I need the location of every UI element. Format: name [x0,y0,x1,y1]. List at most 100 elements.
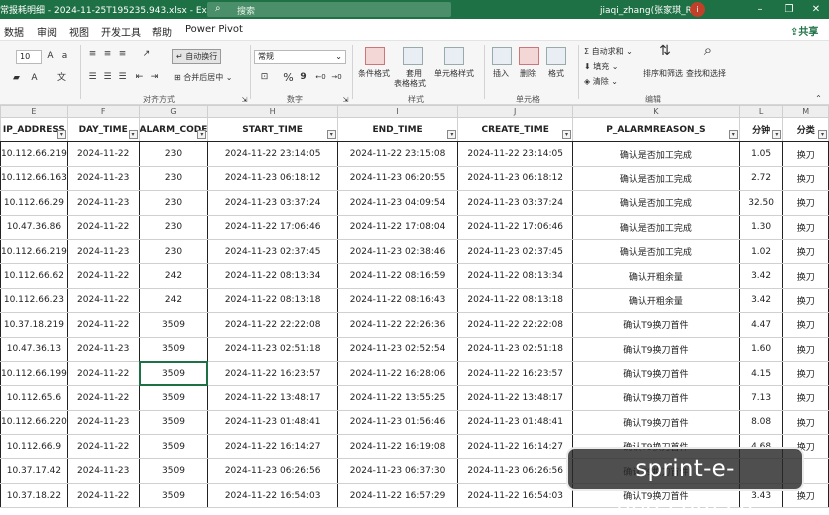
table-cell[interactable]: 2024-11-22 [66,312,140,338]
cell-style-icon[interactable] [444,47,464,65]
table-cell[interactable]: 2024-11-22 [66,287,140,314]
table-cell[interactable]: 2024-11-22 23:14:05 [457,141,574,167]
column-letter[interactable]: I [336,105,459,118]
table-cell[interactable]: 2024-11-23 06:20:55 [336,165,459,192]
table-cell[interactable]: 3509 [138,434,209,460]
autosum-button[interactable]: Σ 自动求和 ⌄ [584,46,633,57]
align-middle-icon[interactable]: ≡ [101,48,114,61]
decrease-decimal-icon[interactable]: →0 [330,71,343,84]
conditional-format-label[interactable]: 条件格式 [358,68,390,79]
table-cell[interactable]: 换刀 [782,336,829,362]
table-cell[interactable]: 1.02 [738,238,784,265]
table-cell[interactable]: 10.112.66.29 [0,190,68,216]
currency-icon[interactable]: ⊡ [258,71,271,84]
table-cell[interactable]: 换刀 [782,287,829,314]
table-cell[interactable]: 2024-11-22 23:15:08 [336,141,459,167]
table-cell[interactable]: 2024-11-23 03:37:24 [207,190,338,216]
table-cell[interactable]: 确认是否加工完成 [572,238,740,265]
column-header[interactable]: 分类 ▾ [782,116,829,143]
table-cell[interactable]: 2024-11-22 08:13:34 [207,263,338,289]
table-cell[interactable]: 2024-11-22 16:23:57 [207,360,338,387]
table-cell[interactable]: 2024-11-22 16:54:03 [457,482,574,509]
table-cell[interactable]: 2024-11-22 [66,214,140,240]
table-cell[interactable]: 换刀 [782,190,829,216]
decrease-indent-icon[interactable]: ⇤ [133,71,146,84]
table-cell[interactable]: 3509 [138,312,209,338]
table-cell[interactable]: 10.37.18.22 [0,482,68,509]
table-cell[interactable]: 2024-11-22 16:19:08 [336,434,459,460]
format-icon[interactable] [546,47,566,65]
table-cell[interactable]: 2024-11-23 06:37:30 [336,458,459,484]
table-cell[interactable]: 230 [138,190,209,216]
minimize-button[interactable]: – [752,2,768,17]
conditional-format-icon[interactable] [365,47,385,65]
table-cell[interactable]: 2024-11-23 01:48:41 [207,409,338,436]
table-cell[interactable]: 10.112.65.6 [0,385,68,411]
table-cell[interactable]: 2.72 [738,165,784,192]
table-cell[interactable]: 3509 [138,336,209,362]
column-header[interactable]: END_TIME ▾ [336,116,459,143]
table-cell[interactable]: 2024-11-23 [66,165,140,192]
table-cell[interactable]: 2024-11-22 17:06:46 [457,214,574,240]
align-left-icon[interactable]: ☰ [86,71,99,84]
table-cell[interactable]: 2024-11-22 22:26:36 [336,312,459,338]
table-cell[interactable]: 确认开粗余量 [572,287,740,314]
column-letter[interactable]: G [138,105,209,118]
column-header[interactable]: CREATE_TIME ▾ [457,116,574,143]
avatar[interactable]: i [690,2,705,17]
table-cell[interactable]: 2024-11-22 08:16:59 [336,263,459,289]
table-cell[interactable]: 2024-11-23 02:37:45 [457,238,574,265]
column-header[interactable]: P_ALARMREASON_S ▾ [572,116,740,143]
table-cell[interactable]: 确认T9换刀首件 [572,360,740,387]
comma-style-button[interactable]: 9 [297,71,310,84]
table-cell[interactable]: 2024-11-23 06:26:56 [457,458,574,484]
merge-center-button[interactable]: ⊞ 合并后居中 ⌄ [174,72,233,83]
table-cell[interactable]: 8.08 [738,409,784,436]
collapse-ribbon-icon[interactable]: ⌃ [812,92,825,105]
table-cell[interactable]: 2024-11-23 02:52:54 [336,336,459,362]
increase-decimal-icon[interactable]: ←0 [314,71,327,84]
table-cell[interactable]: 2024-11-22 17:08:04 [336,214,459,240]
table-cell[interactable]: 2024-11-22 [66,385,140,411]
table-cell[interactable]: 10.112.66.9 [0,434,68,460]
table-cell[interactable]: 1.05 [738,141,784,167]
font-color-icon[interactable]: A [28,72,41,85]
table-cell[interactable]: 换刀 [782,238,829,265]
table-cell[interactable]: 2024-11-23 02:51:18 [207,336,338,362]
table-cell[interactable]: 2024-11-22 [66,360,140,387]
filter-dropdown-icon[interactable]: ▾ [447,130,457,140]
filter-dropdown-icon[interactable]: ▾ [728,130,738,140]
table-cell[interactable]: 2024-11-23 01:56:46 [336,409,459,436]
table-cell[interactable]: 2024-11-22 16:14:27 [457,434,574,460]
tab-power-pivot[interactable]: Power Pivot [185,24,243,35]
table-cell[interactable]: 2024-11-22 08:16:43 [336,287,459,314]
table-cell[interactable]: 2024-11-22 16:23:57 [457,360,574,387]
column-letter[interactable]: M [782,105,829,118]
column-letter[interactable]: K [572,105,740,118]
table-format-label-2[interactable]: 表格格式 [394,78,426,89]
table-cell[interactable]: 2024-11-22 16:28:06 [336,360,459,387]
percent-button[interactable]: % [282,71,295,84]
table-cell[interactable]: 换刀 [782,360,829,387]
table-cell[interactable]: 2024-11-22 [66,434,140,460]
table-cell[interactable]: 换刀 [782,141,829,167]
table-cell[interactable]: 230 [138,238,209,265]
filter-dropdown-icon[interactable]: ▾ [326,130,336,140]
table-cell[interactable]: 10.37.18.219 [0,312,68,338]
column-header[interactable]: DAY_TIME ▾ [66,116,140,143]
table-cell[interactable]: 2024-11-23 [66,458,140,484]
delete-label[interactable]: 删除 [520,68,536,79]
maximize-button[interactable]: ❐ [781,2,797,17]
table-cell[interactable]: 7.13 [738,385,784,411]
table-cell[interactable]: 2024-11-22 [66,482,140,509]
column-header[interactable]: 分钟 ▾ [738,116,784,143]
table-cell[interactable]: 确认是否加工完成 [572,165,740,192]
column-letter[interactable]: F [66,105,140,118]
insert-label[interactable]: 插入 [493,68,509,79]
find-icon[interactable]: ⌕ [698,43,718,64]
sort-filter-label[interactable]: 排序和筛选 [643,68,683,79]
table-cell[interactable]: 换刀 [782,312,829,338]
table-cell[interactable]: 10.112.66.219 [0,238,68,265]
column-header[interactable]: ALARM_CODE ▾ [138,116,209,143]
table-cell[interactable]: 2024-11-23 [66,336,140,362]
